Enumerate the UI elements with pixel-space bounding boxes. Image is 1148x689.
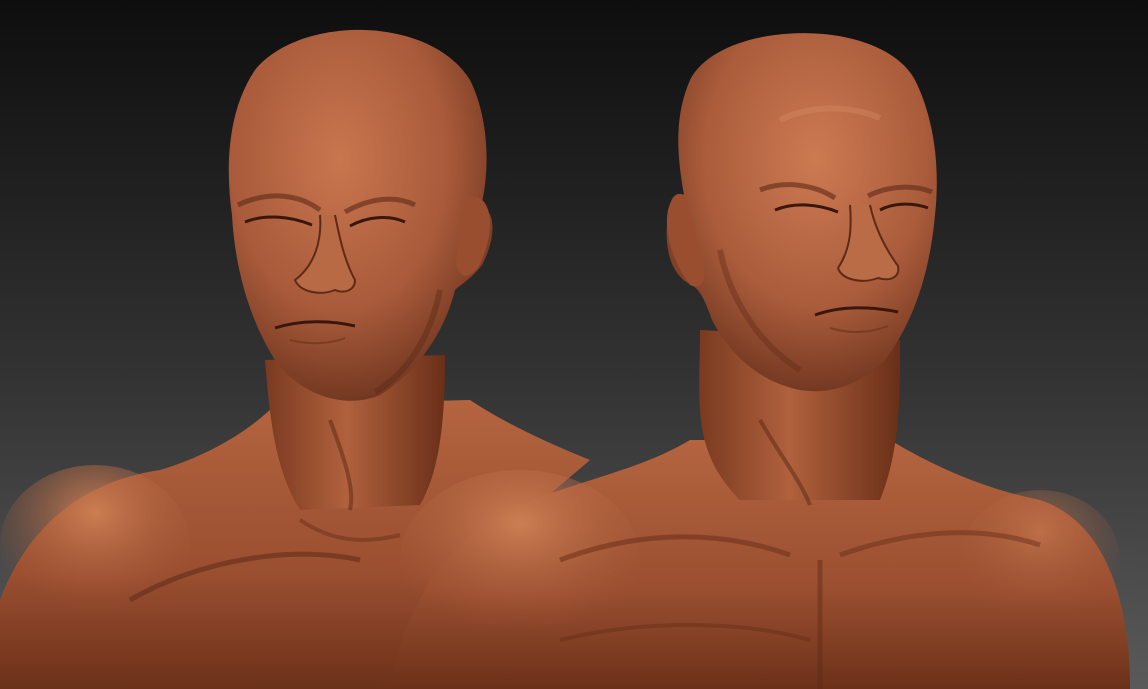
sculpt-render (0, 0, 1148, 689)
left-shoulder-highlight (0, 465, 190, 625)
render-viewport (0, 0, 1148, 689)
right-shoulder-highlight-left (400, 470, 640, 650)
right-shoulder-highlight-right (960, 490, 1120, 630)
